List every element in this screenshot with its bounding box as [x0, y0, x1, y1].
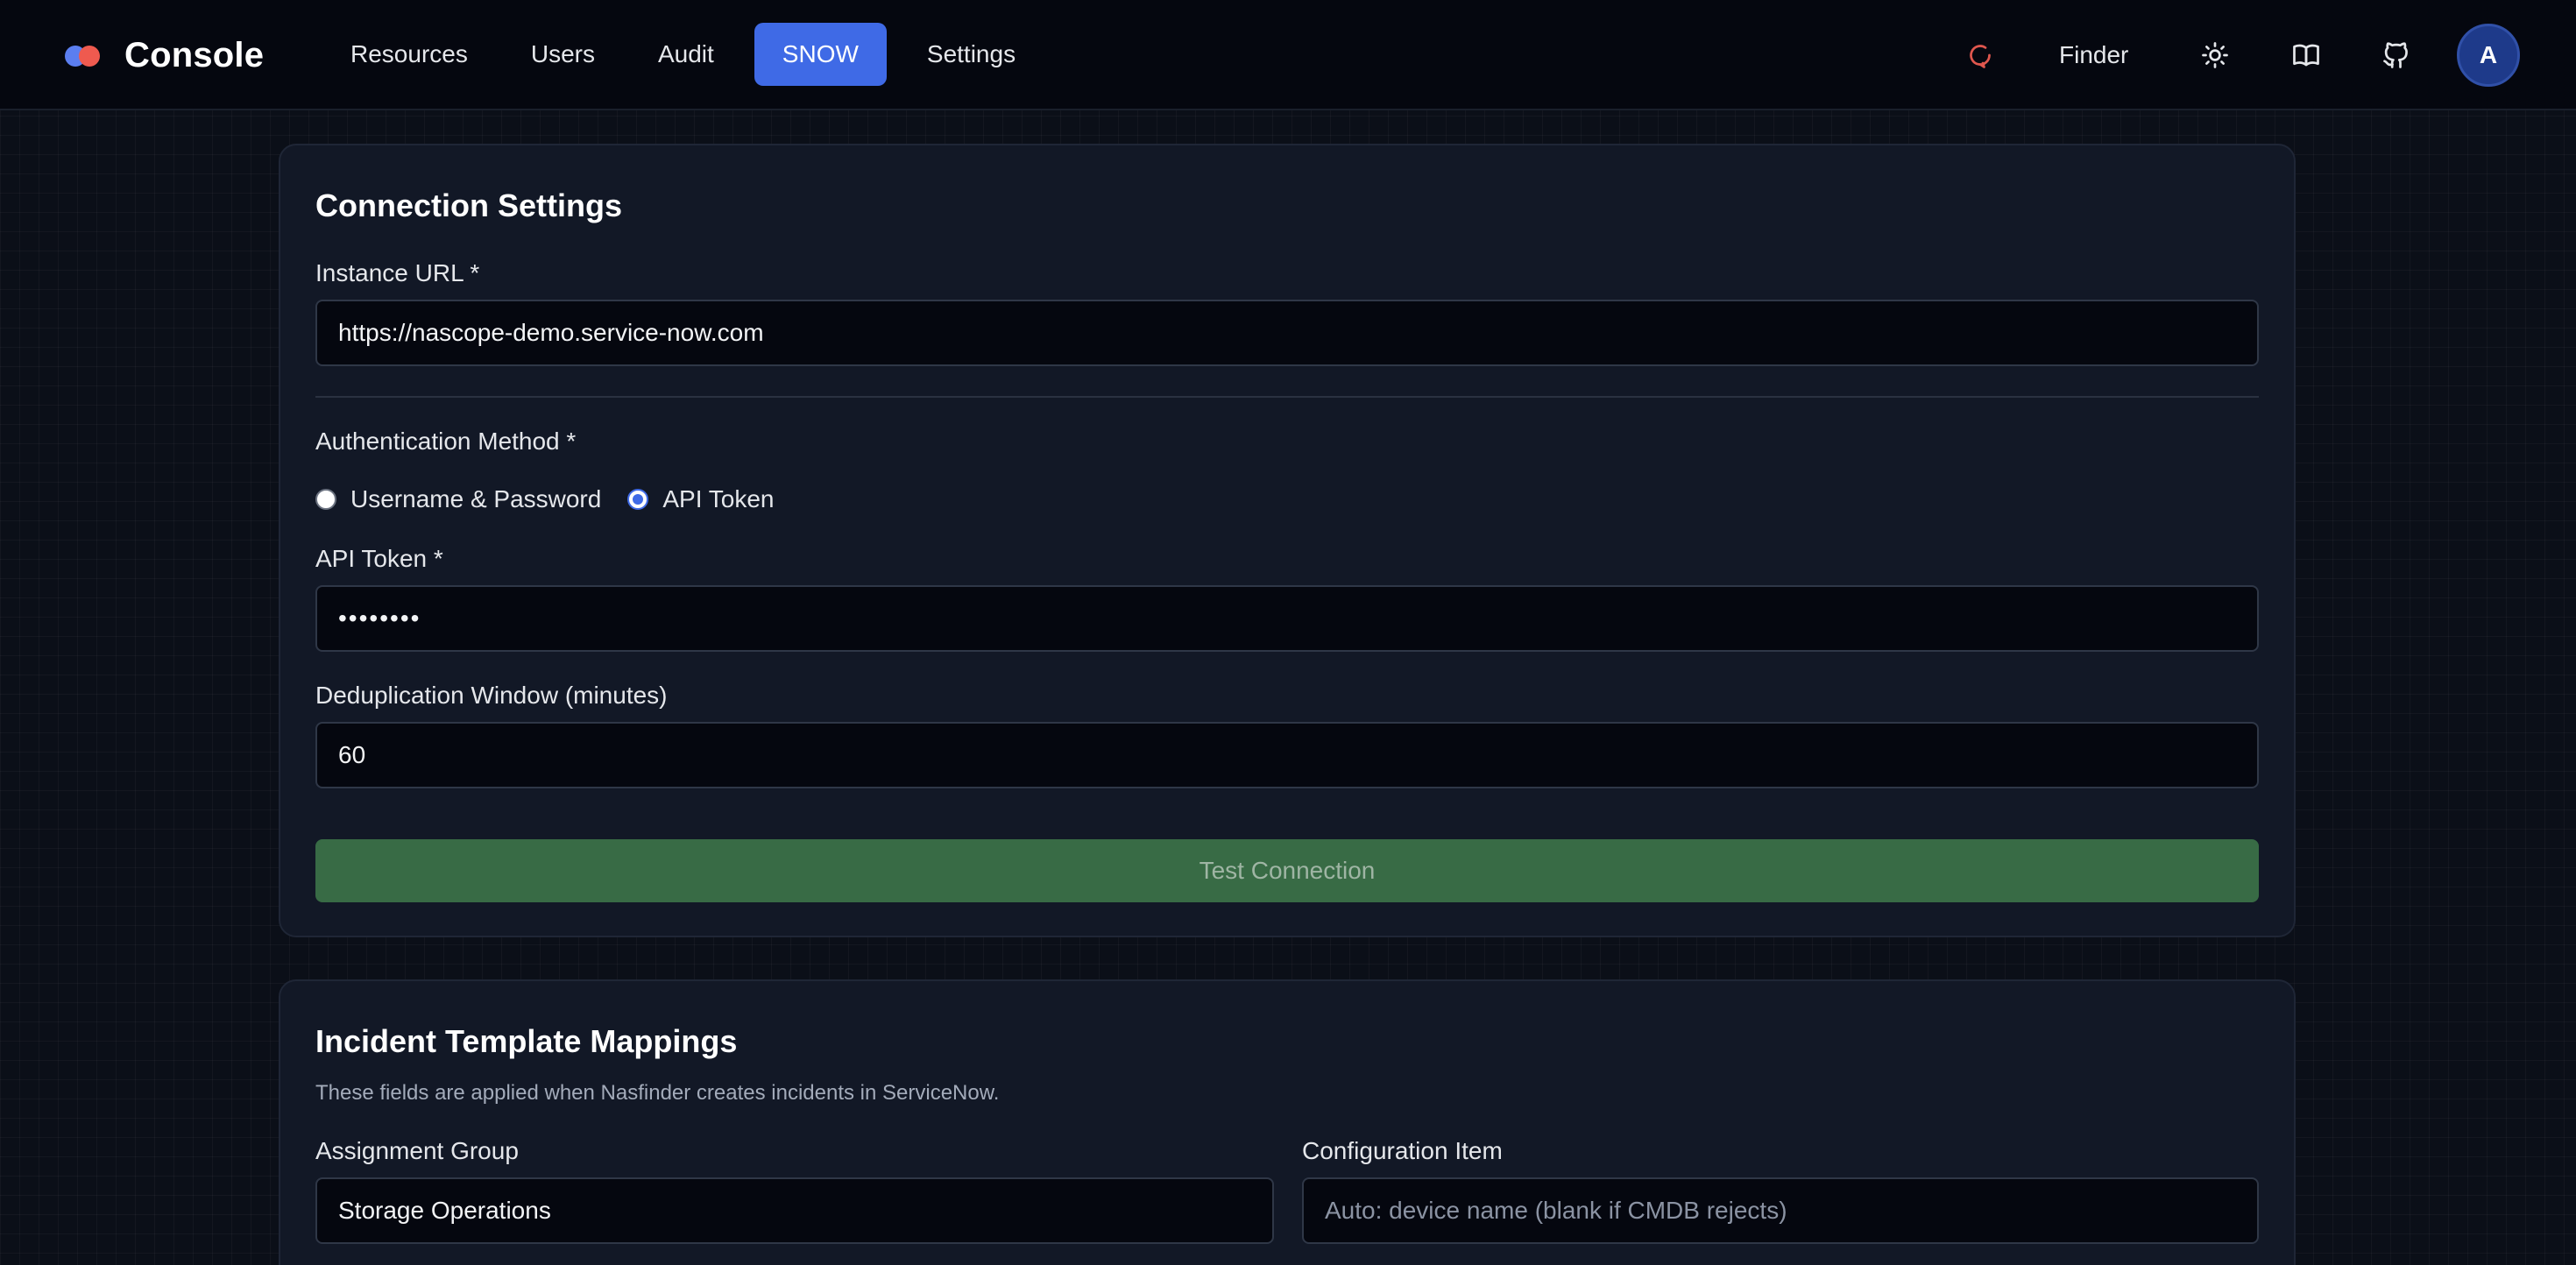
auth-option-username-password[interactable]: Username & Password [315, 485, 601, 513]
nav-link-snow[interactable]: SNOW [754, 23, 887, 86]
radio-checked-icon[interactable] [627, 489, 649, 510]
api-token-input[interactable] [315, 585, 2259, 652]
top-navbar: Console Resources Users Audit SNOW Setti… [0, 0, 2576, 110]
dedup-window-label: Deduplication Window (minutes) [315, 682, 668, 709]
refresh-icon[interactable] [1964, 39, 1996, 71]
radio-label: Username & Password [350, 485, 602, 512]
brand-title: Console [124, 35, 265, 74]
connection-settings-card: Connection Settings Instance URL * Authe… [279, 144, 2296, 937]
auth-method-radio-group: Username & Password API Token [315, 482, 800, 517]
brand-logo-icon [65, 44, 103, 67]
api-token-label: API Token * [315, 545, 443, 572]
assignment-group-label: Assignment Group [315, 1137, 519, 1164]
main-nav: Resources Users Audit SNOW Settings [328, 23, 1056, 86]
auth-option-api-token[interactable]: API Token [627, 485, 774, 513]
book-icon[interactable] [2290, 39, 2322, 71]
radio-unchecked-icon[interactable] [315, 489, 336, 510]
nav-link-users[interactable]: Users [508, 23, 618, 86]
card-title: Connection Settings [315, 187, 622, 223]
section-divider [315, 396, 2259, 398]
brand[interactable]: Console [65, 0, 264, 110]
card-description: These fields are applied when Nasfinder … [315, 1081, 1000, 1105]
nav-link-settings[interactable]: Settings [904, 23, 1038, 86]
config-item-input[interactable] [1302, 1177, 2259, 1244]
dedup-window-input[interactable] [315, 722, 2259, 788]
nav-link-audit[interactable]: Audit [635, 23, 737, 86]
user-avatar[interactable]: A [2457, 24, 2520, 87]
github-icon[interactable] [2381, 39, 2412, 71]
incident-template-card: Incident Template Mappings These fields … [279, 979, 2296, 1265]
config-item-label: Configuration Item [1302, 1137, 1503, 1164]
auth-method-label: Authentication Method * [315, 428, 577, 455]
finder-link[interactable]: Finder [2059, 0, 2128, 110]
nav-link-resources[interactable]: Resources [328, 23, 491, 86]
instance-url-label: Instance URL * [315, 259, 480, 286]
sun-icon[interactable] [2199, 39, 2231, 71]
test-connection-button[interactable]: Test Connection [315, 839, 2259, 902]
instance-url-input[interactable] [315, 300, 2259, 366]
radio-label: API Token [662, 485, 775, 512]
assignment-group-input[interactable] [315, 1177, 1274, 1244]
card-title: Incident Template Mappings [315, 1023, 738, 1059]
